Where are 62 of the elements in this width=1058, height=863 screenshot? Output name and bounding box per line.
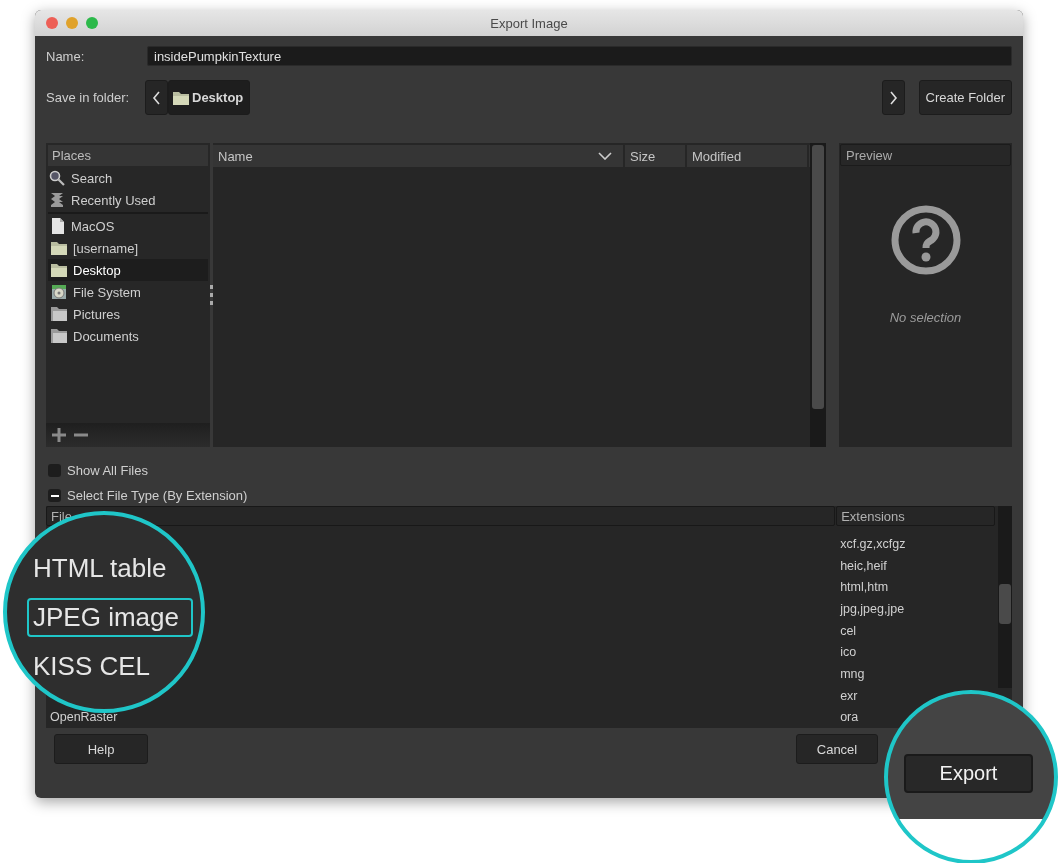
file-type-item[interactable]: KISS CEL: [27, 647, 193, 686]
window-title: Export Image: [490, 15, 568, 31]
table-cell: exr: [840, 688, 858, 703]
column-header[interactable]: Name: [213, 145, 625, 167]
export-button[interactable]: Export: [904, 754, 1033, 793]
document-icon: [51, 218, 65, 234]
scrollbar[interactable]: [810, 143, 826, 447]
preview-header: Preview: [846, 147, 893, 163]
dialog-button[interactable]: Help: [54, 734, 148, 764]
dialog-button[interactable]: Cancel: [796, 734, 878, 764]
folder-icon: [51, 263, 67, 277]
places-header: Places: [52, 148, 92, 163]
file-type-label: Select File Type (By Extension): [67, 488, 248, 503]
column-header[interactable]: Size: [625, 145, 687, 167]
folder-icon: [51, 307, 67, 321]
add-icon[interactable]: [52, 428, 66, 442]
file-type-item[interactable]: JPEG image: [27, 598, 193, 637]
pane-handle[interactable]: [210, 285, 213, 305]
no-selection-text: No selection: [889, 310, 962, 325]
remove-icon[interactable]: [74, 433, 88, 437]
minimize-button[interactable]: [66, 17, 78, 29]
table-cell: heic,heif: [840, 558, 887, 573]
folder-icon: [51, 329, 67, 343]
checkbox[interactable]: [48, 464, 61, 477]
table-cell: ora: [840, 710, 859, 725]
path-button[interactable]: Desktop: [168, 80, 251, 115]
create-folder-button[interactable]: Create Folder: [918, 80, 1012, 115]
show-all-files-label: Show All Files: [67, 463, 148, 478]
folder-icon: [173, 90, 189, 105]
zoom-button[interactable]: [86, 17, 98, 29]
name-field[interactable]: insidePumpkinTexture: [147, 46, 1012, 66]
name-label: Name:: [46, 48, 86, 64]
place-item[interactable]: File System: [48, 281, 208, 303]
scrollbar[interactable]: [998, 506, 1012, 688]
table-cell: cel: [840, 623, 857, 638]
question-icon: [889, 204, 962, 276]
folder-icon: [51, 241, 67, 255]
back-button[interactable]: [145, 80, 168, 115]
forward-button[interactable]: [881, 80, 905, 115]
table-cell: xcf.gz,xcfgz: [840, 537, 906, 552]
save-in-folder-label: Save in folder:: [46, 90, 131, 105]
close-button[interactable]: [46, 17, 58, 29]
chevron-right-icon: [888, 90, 898, 105]
place-item[interactable]: Search: [46, 167, 210, 189]
chevron-left-icon: [151, 90, 162, 105]
stack-icon: [49, 192, 65, 208]
table-cell: mng: [840, 666, 865, 681]
sort-icon: [598, 152, 612, 160]
search-icon: [49, 170, 65, 186]
place-item[interactable]: [username]: [48, 237, 208, 259]
place-item[interactable]: Pictures: [48, 303, 208, 325]
expander[interactable]: [48, 489, 61, 502]
place-item[interactable]: Recently Used: [46, 189, 210, 211]
place-item[interactable]: Desktop: [48, 259, 208, 281]
table-cell: ico: [840, 645, 857, 660]
place-item[interactable]: Documents: [48, 325, 208, 347]
place-item[interactable]: MacOS: [48, 215, 208, 237]
file-type-item[interactable]: HTML table: [27, 549, 193, 588]
disk-icon: [51, 284, 67, 300]
table-cell: html,htm: [840, 580, 889, 595]
table-cell: jpg,jpeg,jpe: [840, 601, 905, 616]
table-cell: OpenRaster: [50, 710, 118, 725]
